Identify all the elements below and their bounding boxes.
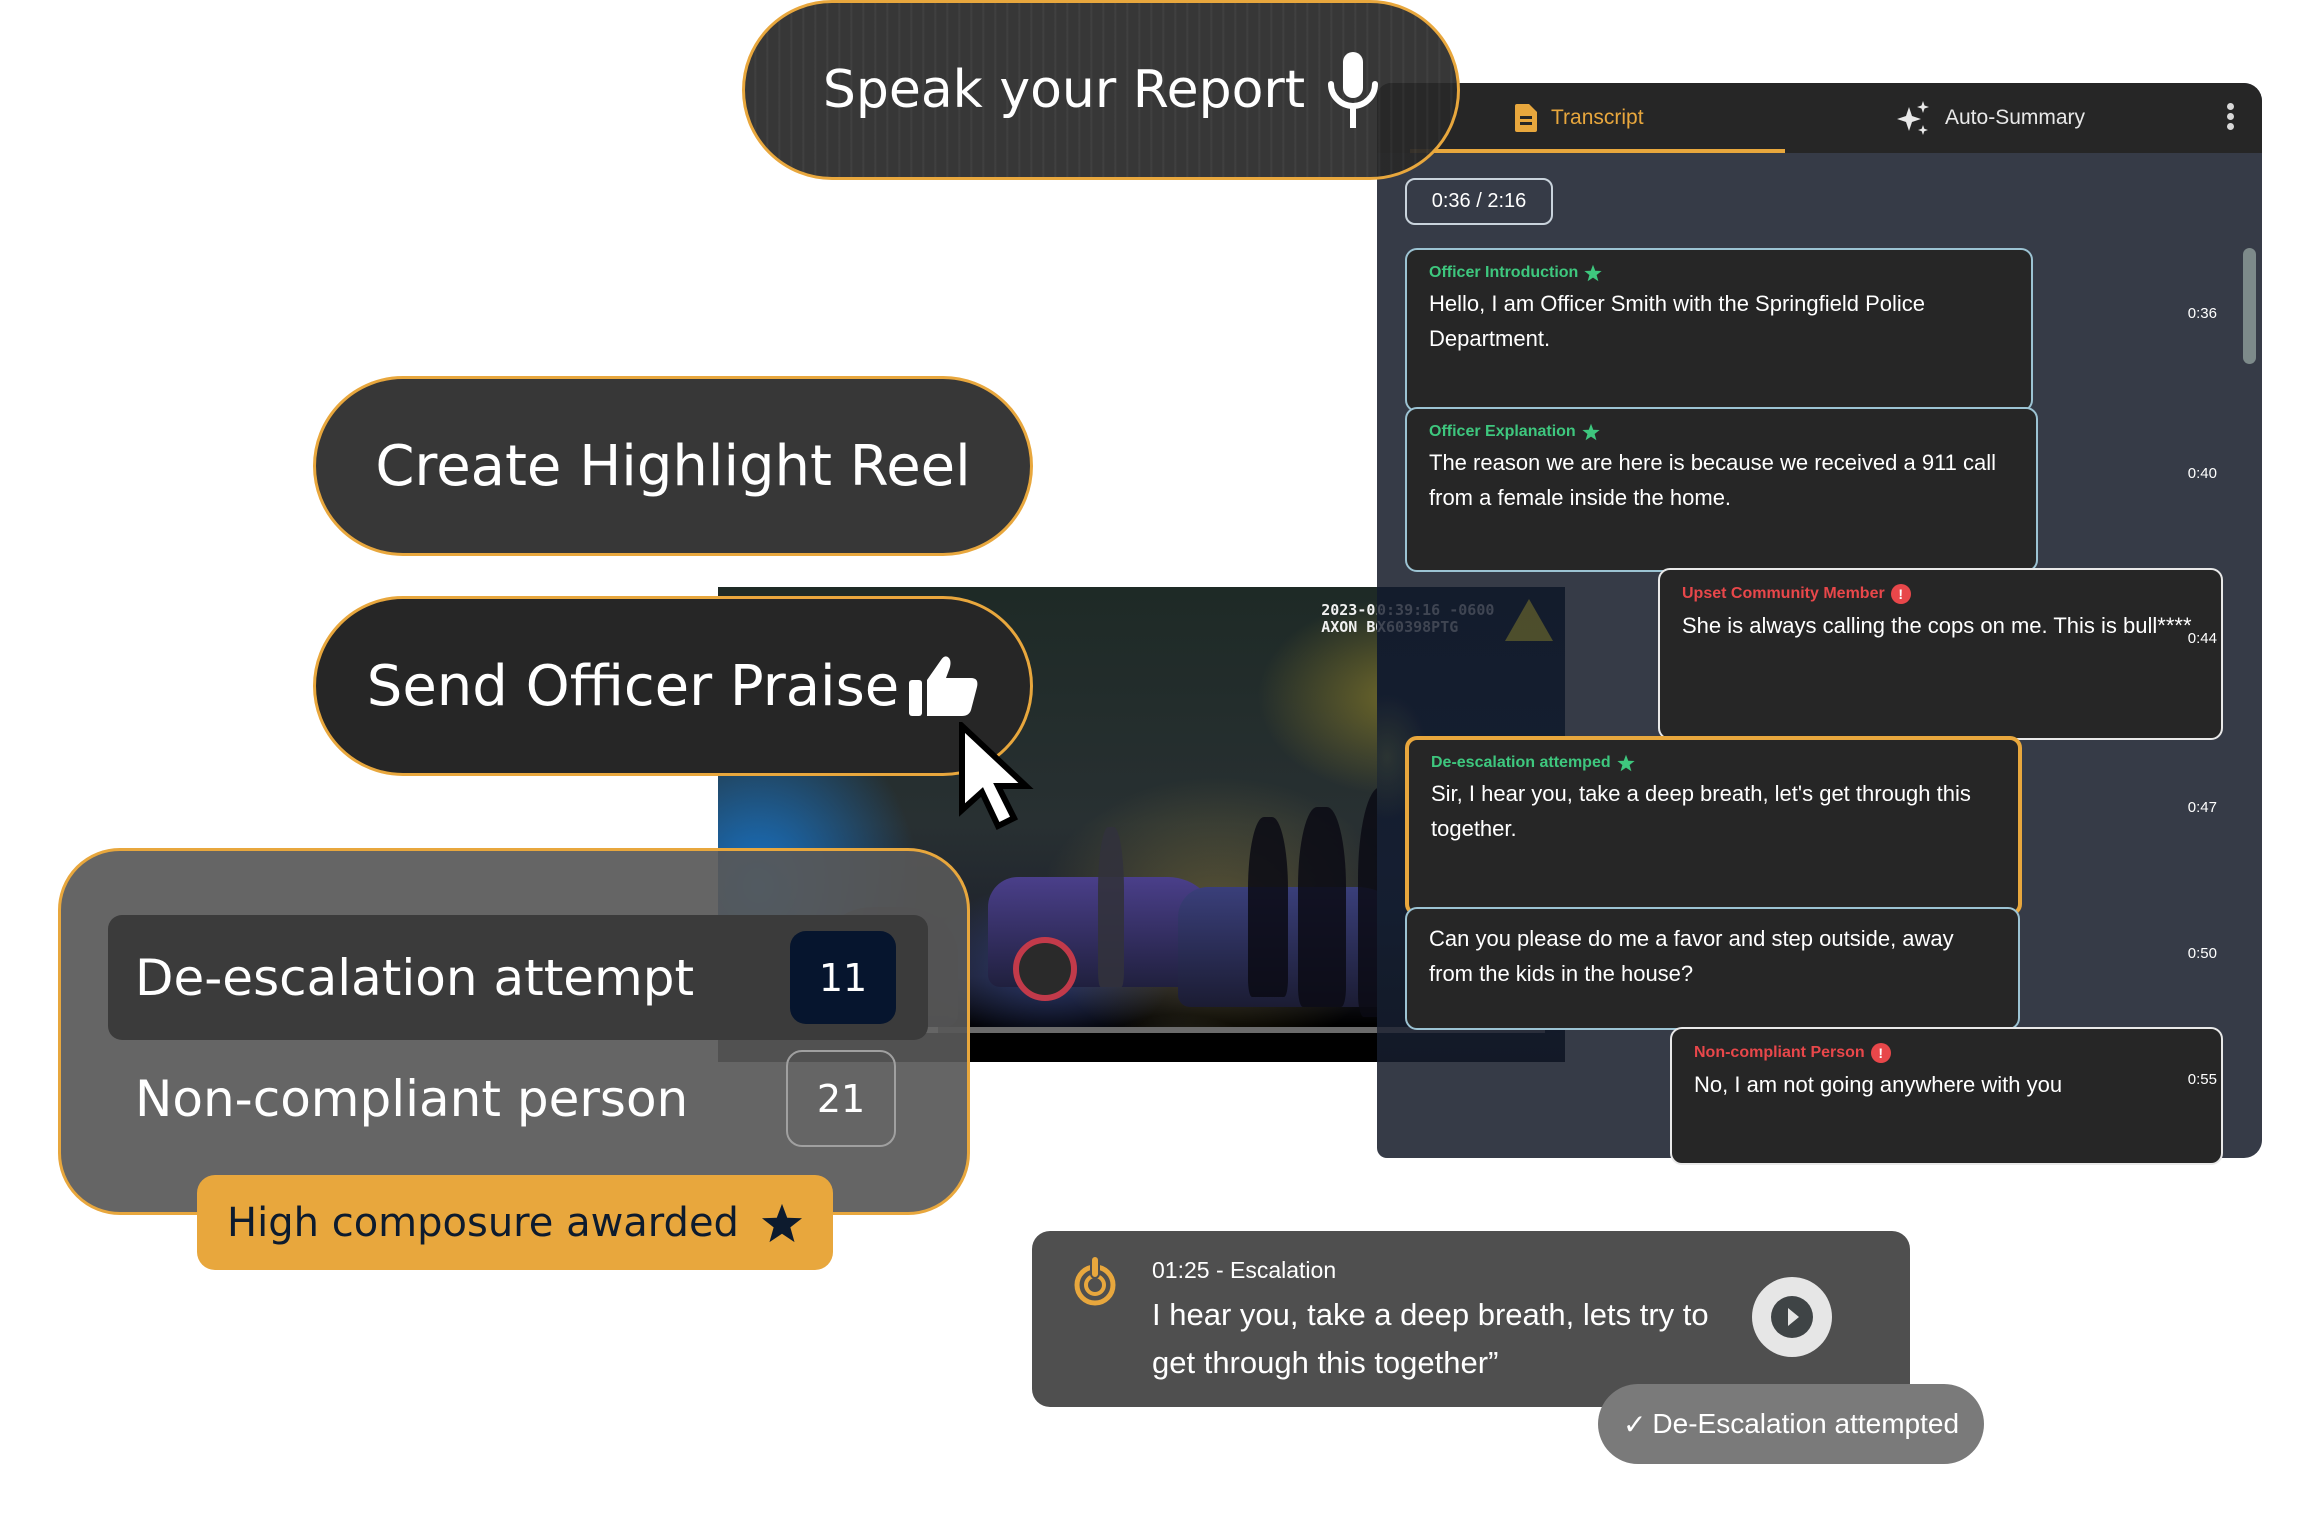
speak-report-button[interactable]: Speak your Report [742,0,1460,180]
escalation-event-card[interactable]: 01:25 - Escalation I hear you, take a de… [1032,1231,1910,1407]
play-button[interactable] [1752,1277,1832,1357]
de-escalation-label: De-Escalation attempted [1652,1408,1960,1439]
message-tag: Officer Introduction [1429,264,2009,282]
star-icon [761,1203,802,1242]
video-wheel [1013,937,1077,1001]
transcript-message[interactable]: Officer Explanation The reason we are he… [1405,407,2038,572]
star-icon [1616,754,1635,772]
message-text: The reason we are here is because we rec… [1429,450,1997,510]
tab-auto-summary[interactable]: Auto-Summary [1897,83,2085,153]
message-text: No, I am not going anywhere with you [1694,1072,2063,1097]
alert-icon: ! [1890,584,1911,604]
escalation-quote: I hear you, take a deep breath, lets try… [1152,1297,1709,1380]
message-timestamp[interactable]: 0:50 [2177,945,2217,962]
tag-row-label: Non-compliant person [135,1069,689,1128]
tab-transcript-label: Transcript [1551,106,1644,129]
message-timestamp[interactable]: 0:36 [2177,305,2217,322]
transcript-message[interactable]: Non-compliant Person! No, I am not going… [1670,1027,2223,1165]
high-composure-badge: High composure awarded [197,1175,833,1270]
video-person [1298,807,1346,1007]
transcript-message-active[interactable]: De-escalation attemped Sir, I hear you, … [1405,736,2022,916]
microphone-icon [1328,52,1379,128]
high-composure-label: High composure awarded [227,1199,739,1246]
message-timestamp[interactable]: 0:55 [2177,1071,2217,1088]
message-tag: De-escalation attemped [1431,754,1996,772]
star-icon [1584,264,1602,282]
speak-report-label: Speak your Report [822,60,1306,120]
video-overlay-ghost: 0:39:16 -0600 X60398PTG [1377,601,1495,636]
thumbs-up-icon [909,656,978,716]
tag-row-de-escalation[interactable]: De-escalation attempt 11 [108,915,928,1040]
message-tag: Non-compliant Person! [1694,1043,2199,1063]
de-escalation-attempted-badge: ✓ De-Escalation attempted [1598,1384,1984,1464]
more-vertical-icon[interactable] [2223,103,2237,133]
message-text: Hello, I am Officer Smith with the Sprin… [1429,291,1926,351]
tab-transcript[interactable]: Transcript [1515,83,1644,153]
send-officer-praise-label: Send Officer Praise [366,653,900,719]
send-officer-praise-button[interactable]: Send Officer Praise [313,596,1033,776]
tag-row-label: De-escalation attempt [135,948,695,1007]
create-highlight-reel-button[interactable]: Create Highlight Reel [313,376,1033,556]
message-text: Sir, I hear you, take a deep breath, let… [1431,781,1971,841]
message-timestamp[interactable]: 0:40 [2177,465,2217,482]
tag-count-badge: 11 [790,931,896,1024]
alert-target-icon [1074,1256,1116,1306]
message-tag: Officer Explanation [1429,423,2014,441]
message-text: She is always calling the cops on me. Th… [1682,613,2192,638]
axon-logo-icon [1505,599,1553,641]
transcript-scrollbar[interactable] [2243,248,2256,364]
alert-icon: ! [1870,1043,1891,1063]
video-person [1098,827,1124,987]
star-icon [1582,423,1600,441]
tag-count-badge: 21 [786,1050,896,1147]
transcript-message[interactable]: Officer Introduction Hello, I am Officer… [1405,248,2033,412]
play-icon [1771,1296,1813,1338]
document-icon [1515,104,1537,132]
message-timestamp[interactable]: 0:47 [2177,799,2217,816]
escalation-title: 01:25 - Escalation [1152,1257,1337,1283]
video-person [1248,817,1288,997]
active-tab-indicator [1410,149,1785,153]
create-highlight-reel-label: Create Highlight Reel [375,433,971,499]
message-tag: Upset Community Member! [1682,584,2199,604]
tag-summary-card: De-escalation attempt 11 Non-compliant p… [58,848,970,1215]
sparkle-icon [1897,101,1929,135]
transcript-message[interactable]: Can you please do me a favor and step ou… [1405,907,2020,1030]
message-text: Can you please do me a favor and step ou… [1429,926,1954,986]
checkmark-icon: ✓ [1622,1408,1647,1440]
tag-row-non-compliant[interactable]: Non-compliant person 21 [108,1050,928,1147]
tab-auto-summary-label: Auto-Summary [1945,106,2086,129]
message-timestamp[interactable]: 0:44 [2177,630,2217,647]
transcript-header: Transcript Auto-Summary [1377,83,2262,153]
playback-time: 0:36 / 2:16 [1405,178,1553,225]
transcript-message[interactable]: Upset Community Member! She is always ca… [1658,568,2223,740]
